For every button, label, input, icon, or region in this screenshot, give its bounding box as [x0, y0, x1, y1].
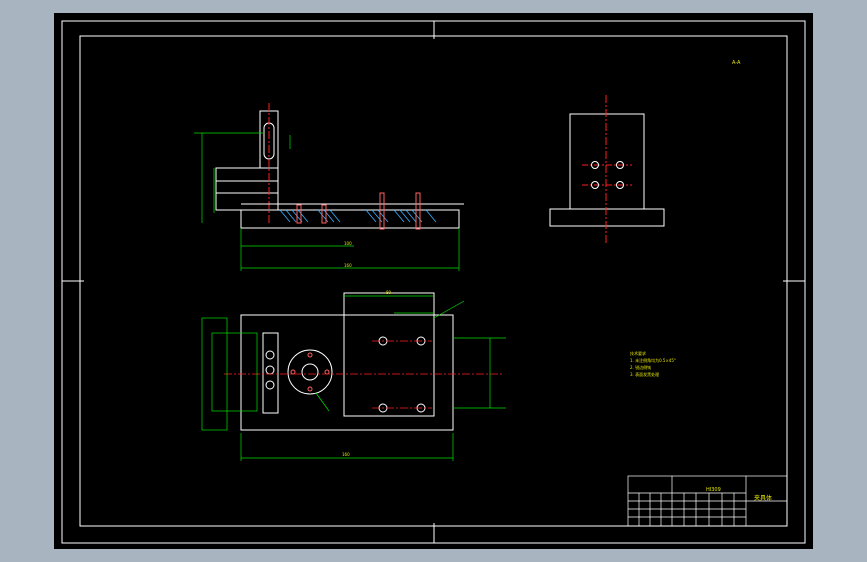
note-3: 3. 表面发黑处理 [630, 371, 659, 377]
part-name: 夹具体 [754, 494, 772, 502]
dim-label: 80 [386, 290, 392, 295]
drawing-canvas: 100 160 A-A 160 80 技术要求 1. 未注倒角均为0.5×45°… [61, 20, 806, 544]
side-view: A-A [549, 60, 741, 245]
centering-marks [62, 21, 805, 543]
top-view: 160 80 [201, 290, 506, 461]
front-view: 100 160 [194, 103, 464, 271]
view-label: A-A [732, 60, 741, 66]
section-hatch [279, 209, 437, 223]
tech-notes: 技术要求 1. 未注倒角均为0.5×45° 2. 锐边倒钝 3. 表面发黑处理 [630, 350, 676, 377]
outer-border [61, 20, 806, 544]
note-heading: 技术要求 [630, 350, 646, 356]
dim-label: 160 [344, 263, 352, 268]
note-2: 2. 锐边倒钝 [630, 364, 651, 370]
dim-label: 100 [344, 241, 352, 246]
note-1: 1. 未注倒角均为0.5×45° [630, 357, 676, 363]
drawing-code: HI309 [706, 487, 721, 493]
cad-viewport[interactable]: 100 160 A-A 160 80 技术要求 1. 未注倒角均为0.5×45°… [54, 13, 813, 549]
dim-label: 160 [342, 452, 350, 457]
inner-frame [79, 35, 788, 527]
